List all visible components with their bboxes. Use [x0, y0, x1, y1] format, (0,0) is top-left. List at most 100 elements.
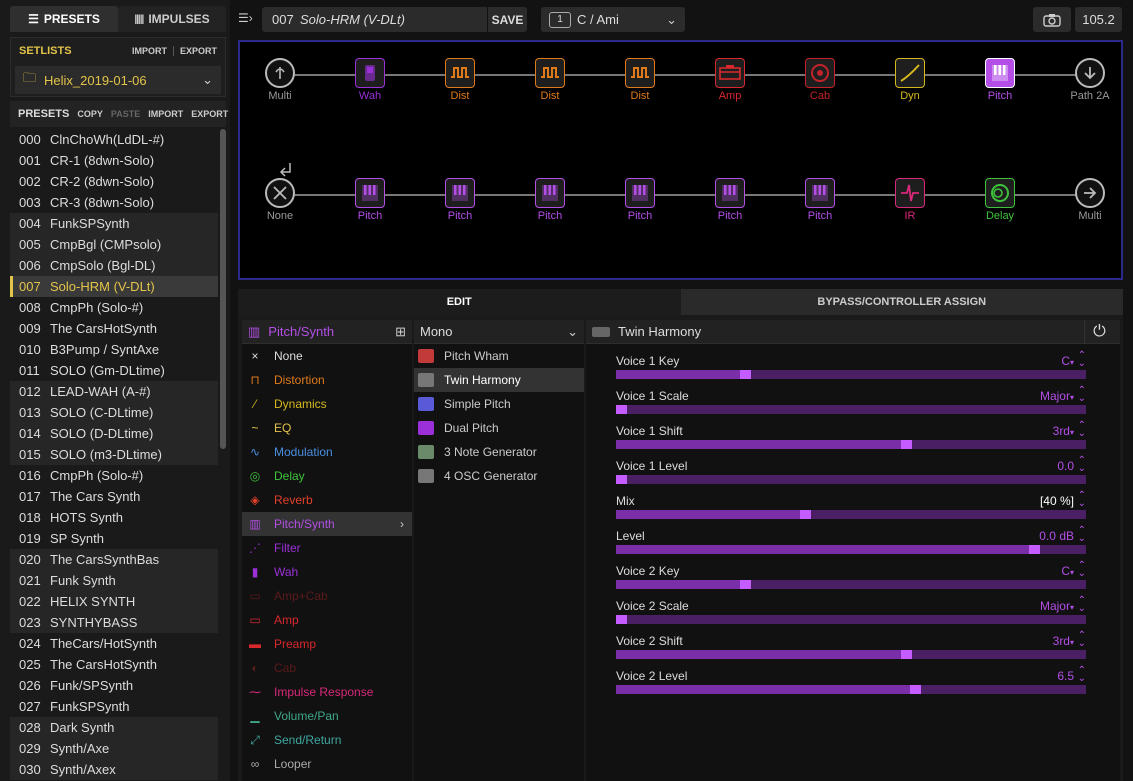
path2-block-none[interactable]: None: [250, 178, 310, 222]
param-voice-1-shift[interactable]: Voice 1 Shift 3rd▾ ⌃ ⌄: [616, 421, 1086, 454]
slider-knob[interactable]: [800, 510, 811, 519]
param-voice-2-shift[interactable]: Voice 2 Shift 3rd▾ ⌃ ⌄: [616, 631, 1086, 664]
preset-row[interactable]: 028 Dark Synth: [10, 717, 218, 738]
category-item-looper[interactable]: ∞ Looper: [242, 752, 412, 776]
path2-block-pitch[interactable]: Pitch: [340, 178, 400, 222]
preset-row[interactable]: 004 FunkSPSynth: [10, 213, 218, 234]
param-value[interactable]: 0.0 dB: [1039, 529, 1074, 543]
preset-export-button[interactable]: EXPORT: [191, 109, 228, 119]
setlist-select[interactable]: 🗀 Helix_2019-01-06 ⌄: [15, 66, 221, 94]
model-item[interactable]: Pitch Wham: [414, 344, 584, 368]
param-voice-2-scale[interactable]: Voice 2 Scale Major▾ ⌃ ⌄: [616, 596, 1086, 629]
category-item-wah[interactable]: ▮ Wah: [242, 560, 412, 584]
preset-row[interactable]: 026 Funk/SPSynth: [10, 675, 218, 696]
category-item-modulation[interactable]: ∿ Modulation: [242, 440, 412, 464]
grid-icon[interactable]: ⊞: [395, 324, 406, 340]
category-item-none[interactable]: × None: [242, 344, 412, 368]
path2-block-delay[interactable]: Delay: [970, 178, 1030, 222]
preset-copy-button[interactable]: COPY: [77, 109, 103, 119]
preset-row[interactable]: 024 TheCars/HotSynth: [10, 633, 218, 654]
tab-presets[interactable]: ☰ PRESETS: [10, 6, 118, 32]
tab-impulses[interactable]: ||||| IMPULSES: [118, 6, 226, 32]
preset-row[interactable]: 008 CmpPh (Solo-#): [10, 297, 218, 318]
path1-block-pitch[interactable]: Pitch: [970, 58, 1030, 102]
preset-row[interactable]: 014 SOLO (D-DLtime): [10, 423, 218, 444]
snapshot-select[interactable]: 1 C / Ami ⌄: [541, 7, 685, 32]
param-level[interactable]: Level 0.0 dB ⌃ ⌄: [616, 526, 1086, 559]
preset-row[interactable]: 000 ClnChoWh(LdDL-#): [10, 129, 218, 150]
path1-block-multi[interactable]: Multi: [250, 58, 310, 102]
param-voice-2-key[interactable]: Voice 2 Key C▾ ⌃ ⌄: [616, 561, 1086, 594]
param-mix[interactable]: Mix [40 %] ⌃ ⌄: [616, 491, 1086, 524]
param-slider[interactable]: [616, 615, 1086, 624]
preset-row[interactable]: 003 CR-3 (8dwn-Solo): [10, 192, 218, 213]
preset-row[interactable]: 007 Solo-HRM (V-DLt): [10, 276, 218, 297]
model-item[interactable]: Simple Pitch: [414, 392, 584, 416]
preset-row[interactable]: 015 SOLO (m3-DLtime): [10, 444, 218, 465]
param-value[interactable]: Major▾: [1040, 389, 1074, 403]
preset-row[interactable]: 021 Funk Synth: [10, 570, 218, 591]
tempo-display[interactable]: 105.2: [1075, 7, 1122, 32]
slider-knob[interactable]: [740, 370, 751, 379]
param-value[interactable]: 6.5: [1057, 669, 1074, 683]
power-icon[interactable]: ⏻: [1084, 319, 1114, 344]
slider-knob[interactable]: [1029, 545, 1040, 554]
stepper-arrows-icon[interactable]: ⌃ ⌄: [1078, 456, 1086, 474]
preset-row[interactable]: 017 The Cars Synth: [10, 486, 218, 507]
slider-knob[interactable]: [616, 615, 627, 624]
category-item-distortion[interactable]: ⊓ Distortion: [242, 368, 412, 392]
preset-row[interactable]: 022 HELIX SYNTH: [10, 591, 218, 612]
param-slider[interactable]: [616, 650, 1086, 659]
stepper-arrows-icon[interactable]: ⌃ ⌄: [1078, 561, 1086, 579]
slider-knob[interactable]: [901, 650, 912, 659]
category-item-filter[interactable]: ⋰ Filter: [242, 536, 412, 560]
param-value[interactable]: 3rd▾: [1053, 424, 1074, 438]
param-voice-1-key[interactable]: Voice 1 Key C▾ ⌃ ⌄: [616, 351, 1086, 384]
param-value[interactable]: C▾: [1061, 354, 1074, 368]
preset-row[interactable]: 002 CR-2 (8dwn-Solo): [10, 171, 218, 192]
param-slider[interactable]: [616, 440, 1086, 449]
param-slider[interactable]: [616, 510, 1086, 519]
path2-block-pitch[interactable]: Pitch: [520, 178, 580, 222]
param-voice-1-level[interactable]: Voice 1 Level 0.0 ⌃ ⌄: [616, 456, 1086, 489]
preset-row[interactable]: 013 SOLO (C-DLtime): [10, 402, 218, 423]
category-item-preamp[interactable]: ▬ Preamp: [242, 632, 412, 656]
preset-row[interactable]: 029 Synth/Axe: [10, 738, 218, 759]
slider-knob[interactable]: [616, 405, 627, 414]
category-item-cab[interactable]: ◐ Cab: [242, 656, 412, 680]
slider-knob[interactable]: [616, 475, 627, 484]
path2-block-pitch[interactable]: Pitch: [700, 178, 760, 222]
param-voice-2-level[interactable]: Voice 2 Level 6.5 ⌃ ⌄: [616, 666, 1086, 699]
category-item-reverb[interactable]: ◈ Reverb: [242, 488, 412, 512]
path1-block-amp[interactable]: Amp: [700, 58, 760, 102]
stepper-arrows-icon[interactable]: ⌃ ⌄: [1078, 386, 1086, 404]
preset-row[interactable]: 027 FunkSPSynth: [10, 696, 218, 717]
path1-block-path-2a[interactable]: Path 2A: [1060, 58, 1120, 102]
category-item-amp-cab[interactable]: ▭ Amp+Cab: [242, 584, 412, 608]
preset-list-scrollbar[interactable]: [220, 129, 226, 449]
preset-row[interactable]: 030 Synth/Axex: [10, 759, 218, 780]
category-item-pitch-synth[interactable]: ▥ Pitch/Synth ›: [242, 512, 412, 536]
stepper-arrows-icon[interactable]: ⌃ ⌄: [1078, 596, 1086, 614]
path2-block-ir[interactable]: IR: [880, 178, 940, 222]
path1-block-wah[interactable]: Wah: [340, 58, 400, 102]
preset-row[interactable]: 006 CmpSolo (Bgl-DL): [10, 255, 218, 276]
category-item-delay[interactable]: ◎ Delay: [242, 464, 412, 488]
preset-row[interactable]: 011 SOLO (Gm-DLtime): [10, 360, 218, 381]
model-header[interactable]: Mono ⌄: [414, 320, 584, 344]
slider-knob[interactable]: [740, 580, 751, 589]
preset-paste-button[interactable]: PASTE: [111, 109, 140, 119]
category-item-send-return[interactable]: ⤢ Send/Return: [242, 728, 412, 752]
path2-block-pitch[interactable]: Pitch: [790, 178, 850, 222]
param-slider[interactable]: [616, 370, 1086, 379]
preset-row[interactable]: 009 The CarsHotSynth: [10, 318, 218, 339]
slider-knob[interactable]: [910, 685, 921, 694]
stepper-arrows-icon[interactable]: ⌃ ⌄: [1078, 526, 1086, 544]
stepper-arrows-icon[interactable]: ⌃ ⌄: [1078, 491, 1086, 509]
stepper-arrows-icon[interactable]: ⌃ ⌄: [1078, 351, 1086, 369]
model-item[interactable]: Twin Harmony: [414, 368, 584, 392]
current-preset-box[interactable]: 007 Solo-HRM (V-DLt) SAVE: [262, 7, 527, 32]
param-slider[interactable]: [616, 685, 1086, 694]
path1-block-cab[interactable]: Cab: [790, 58, 850, 102]
preset-row[interactable]: 010 B3Pump / SyntAxe: [10, 339, 218, 360]
